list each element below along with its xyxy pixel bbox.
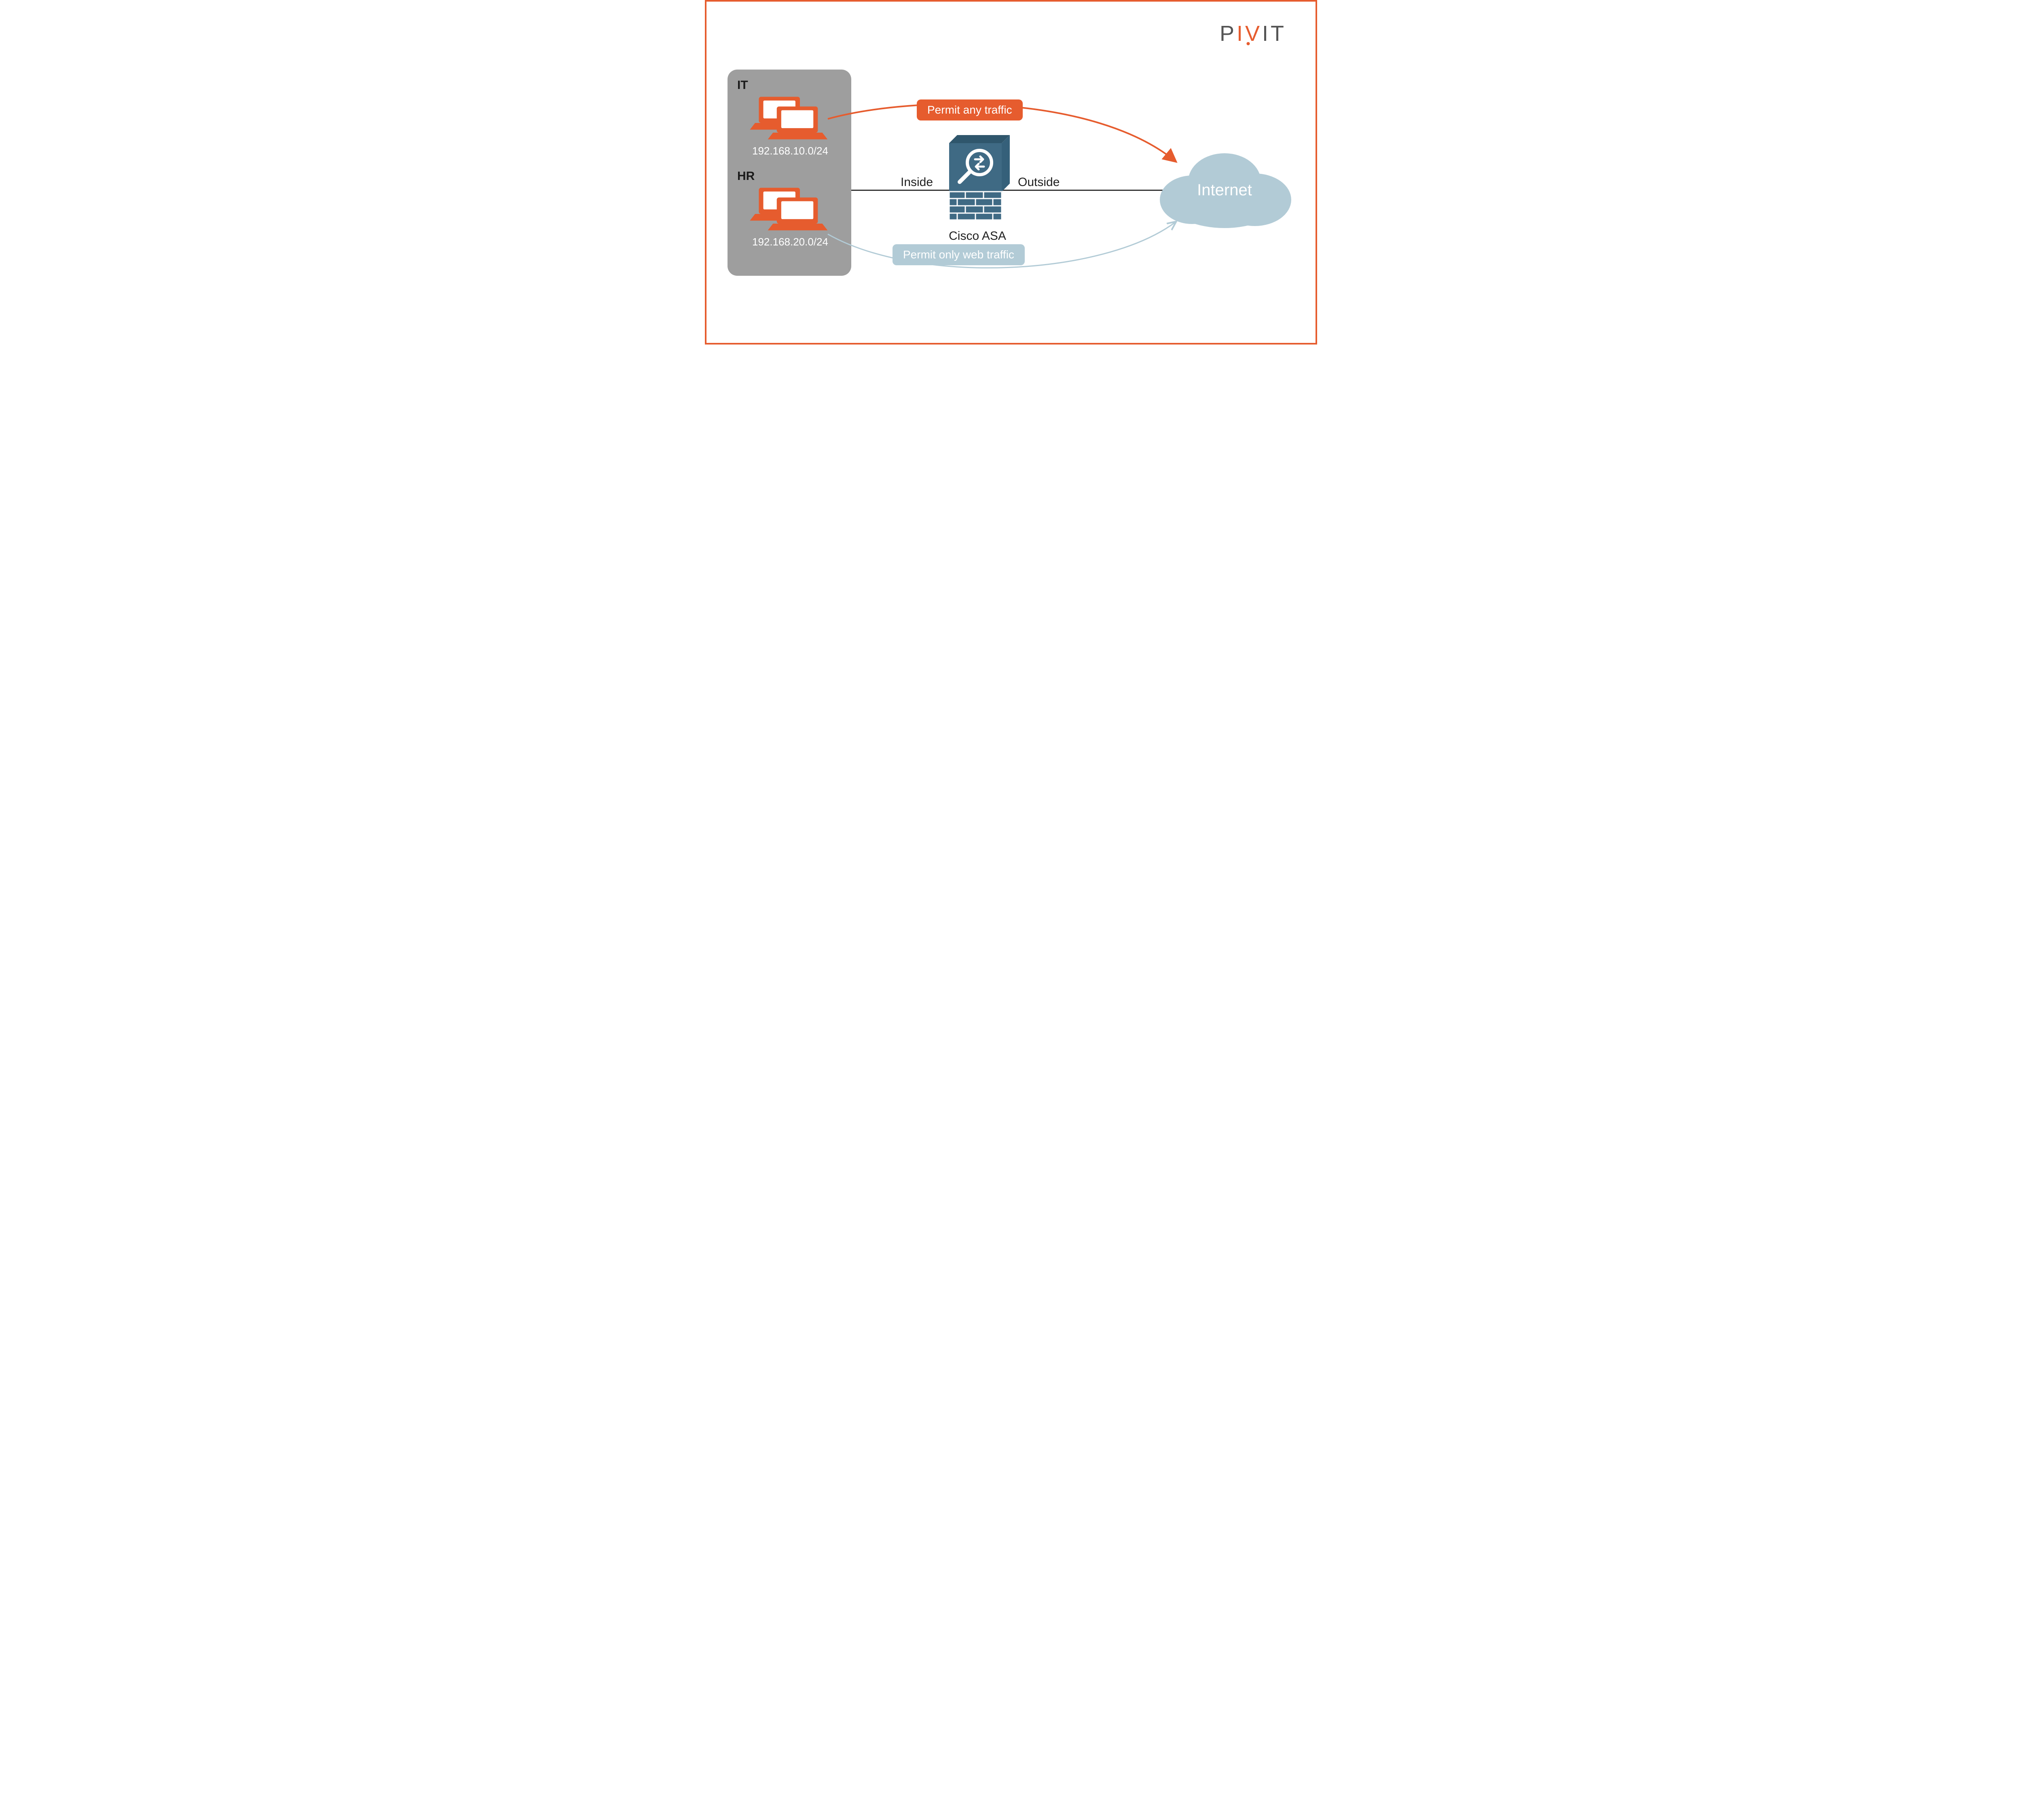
firewall-icon	[941, 131, 1014, 224]
interface-outside-label: Outside	[1018, 175, 1060, 189]
firewall-label: Cisco ASA	[941, 229, 1014, 243]
logo-letter-p: P	[1220, 21, 1237, 46]
group-hr-label: HR	[737, 169, 843, 183]
diagram-frame: P IV • IT IT	[705, 0, 1317, 345]
rule-permit-any: Permit any traffic	[917, 99, 1023, 120]
internet-cloud: Internet	[1154, 147, 1295, 234]
brand-logo: P IV • IT	[1220, 21, 1286, 46]
group-it-label: IT	[737, 78, 843, 92]
internal-networks-box: IT 192.168.10.0/24	[728, 70, 851, 276]
group-hr: HR 192.168.20.0/24	[737, 169, 843, 248]
internet-label: Internet	[1154, 181, 1295, 199]
group-it: IT 192.168.10.0/24	[737, 78, 843, 157]
rule-permit-web: Permit only web traffic	[893, 244, 1025, 265]
laptops-icon	[750, 185, 831, 233]
logo-letters-iv: IV •	[1237, 21, 1262, 46]
firewall-device: Cisco ASA	[941, 131, 1014, 243]
logo-dot-icon: •	[1246, 37, 1253, 51]
laptops-icon	[750, 94, 831, 142]
group-hr-subnet: 192.168.20.0/24	[737, 236, 843, 248]
interface-inside-label: Inside	[901, 175, 933, 189]
group-it-subnet: 192.168.10.0/24	[737, 145, 843, 157]
logo-letters-it: IT	[1262, 21, 1286, 46]
